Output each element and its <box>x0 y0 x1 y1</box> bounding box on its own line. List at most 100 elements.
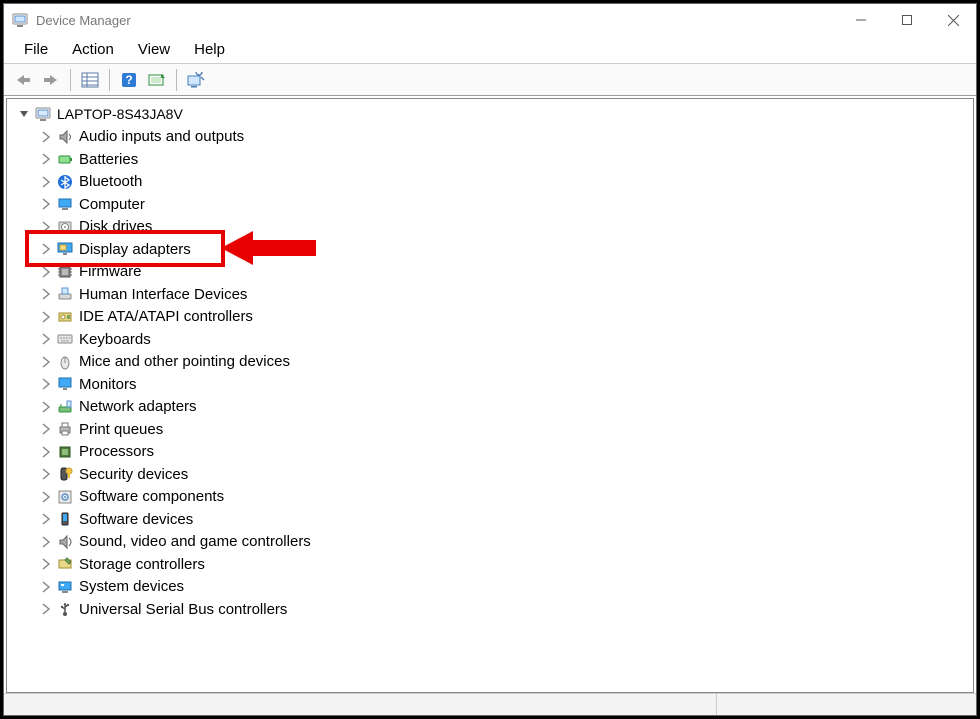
forward-button[interactable] <box>38 67 64 93</box>
chevron-right-icon[interactable] <box>39 310 53 324</box>
tree-item-label: Network adapters <box>79 398 197 415</box>
device-manager-window: Device Manager File Action View Help <box>3 3 977 716</box>
show-hidden-button[interactable] <box>183 67 209 93</box>
chevron-right-icon[interactable] <box>39 175 53 189</box>
chevron-right-icon[interactable] <box>39 355 53 369</box>
printer-icon <box>55 420 75 438</box>
chevron-right-icon[interactable] <box>39 220 53 234</box>
disk-icon <box>55 218 75 236</box>
tree-item-storage-controllers[interactable]: Storage controllers <box>7 553 973 576</box>
menubar: File Action View Help <box>4 36 976 64</box>
tree-item-label: Firmware <box>79 263 142 280</box>
tree-item-disk-drives[interactable]: Disk drives <box>7 216 973 239</box>
tree-item-ide-ata-atapi-controllers[interactable]: IDE ATA/ATAPI controllers <box>7 306 973 329</box>
swcomp-icon <box>55 488 75 506</box>
tree-item-label: Sound, video and game controllers <box>79 533 311 550</box>
close-button[interactable] <box>930 4 976 36</box>
chevron-right-icon[interactable] <box>39 287 53 301</box>
device-tree-pane[interactable]: LAPTOP-8S43JA8V Audio inputs and outputs B… <box>6 98 974 693</box>
tree-root-node[interactable]: LAPTOP-8S43JA8V <box>7 103 973 126</box>
tree-item-software-components[interactable]: Software components <box>7 486 973 509</box>
tree-item-software-devices[interactable]: Software devices <box>7 508 973 531</box>
chevron-right-icon[interactable] <box>39 580 53 594</box>
tree-item-label: Processors <box>79 443 154 460</box>
chevron-right-icon[interactable] <box>39 242 53 256</box>
computer-icon <box>55 195 75 213</box>
scan-hardware-button[interactable] <box>144 67 170 93</box>
minimize-button[interactable] <box>838 4 884 36</box>
annotation-arrow-icon <box>221 228 321 268</box>
chevron-right-icon[interactable] <box>39 130 53 144</box>
menu-action[interactable]: Action <box>62 38 124 61</box>
chevron-right-icon[interactable] <box>39 422 53 436</box>
chevron-right-icon[interactable] <box>39 602 53 616</box>
window-title: Device Manager <box>36 13 131 28</box>
keyboard-icon <box>55 330 75 348</box>
tree-item-audio-inputs-and-outputs[interactable]: Audio inputs and outputs <box>7 126 973 149</box>
sound-icon <box>55 533 75 551</box>
tree-item-label: Human Interface Devices <box>79 286 247 303</box>
computer-icon <box>33 105 53 123</box>
security-icon <box>55 465 75 483</box>
back-button[interactable] <box>10 67 36 93</box>
tree-item-label: Batteries <box>79 151 138 168</box>
tree-root-label: LAPTOP-8S43JA8V <box>57 106 183 122</box>
chevron-right-icon[interactable] <box>39 445 53 459</box>
menu-help[interactable]: Help <box>184 38 235 61</box>
tree-item-firmware[interactable]: Firmware <box>7 261 973 284</box>
svg-text:?: ? <box>125 73 132 87</box>
chevron-right-icon[interactable] <box>39 265 53 279</box>
audio-icon <box>55 128 75 146</box>
tree-item-human-interface-devices[interactable]: Human Interface Devices <box>7 283 973 306</box>
tree-item-label: Bluetooth <box>79 173 142 190</box>
chevron-right-icon[interactable] <box>39 535 53 549</box>
tree-item-computer[interactable]: Computer <box>7 193 973 216</box>
tree-item-label: System devices <box>79 578 184 595</box>
tree-item-display-adapters[interactable]: Display adapters <box>7 238 973 261</box>
tree-item-keyboards[interactable]: Keyboards <box>7 328 973 351</box>
menu-file[interactable]: File <box>14 38 58 61</box>
tree-item-system-devices[interactable]: System devices <box>7 576 973 599</box>
usb-icon <box>55 600 75 618</box>
tree-item-label: Disk drives <box>79 218 152 235</box>
window-controls <box>838 4 976 36</box>
statusbar <box>4 693 976 715</box>
hid-icon <box>55 285 75 303</box>
chevron-right-icon[interactable] <box>39 490 53 504</box>
chevron-right-icon[interactable] <box>39 332 53 346</box>
tree-item-sound-video-and-game-controllers[interactable]: Sound, video and game controllers <box>7 531 973 554</box>
display-icon <box>55 240 75 258</box>
maximize-button[interactable] <box>884 4 930 36</box>
properties-button[interactable] <box>77 67 103 93</box>
tree-item-processors[interactable]: Processors <box>7 441 973 464</box>
chevron-right-icon[interactable] <box>39 557 53 571</box>
tree-item-security-devices[interactable]: Security devices <box>7 463 973 486</box>
chip-icon <box>55 263 75 281</box>
tree-item-batteries[interactable]: Batteries <box>7 148 973 171</box>
chevron-right-icon[interactable] <box>39 377 53 391</box>
tree-item-label: Universal Serial Bus controllers <box>79 601 287 618</box>
tree-item-label: Software components <box>79 488 224 505</box>
tree-item-label: Print queues <box>79 421 163 438</box>
toolbar-separator <box>176 69 177 91</box>
tree-item-network-adapters[interactable]: Network adapters <box>7 396 973 419</box>
help-button[interactable]: ? <box>116 67 142 93</box>
chevron-down-icon[interactable] <box>17 107 31 121</box>
tree-item-monitors[interactable]: Monitors <box>7 373 973 396</box>
storage-icon <box>55 555 75 573</box>
tree-item-label: Monitors <box>79 376 137 393</box>
tree-item-mice-and-other-pointing-devices[interactable]: Mice and other pointing devices <box>7 351 973 374</box>
tree-item-label: Display adapters <box>79 241 191 258</box>
tree-item-bluetooth[interactable]: Bluetooth <box>7 171 973 194</box>
chevron-right-icon[interactable] <box>39 400 53 414</box>
tree-item-print-queues[interactable]: Print queues <box>7 418 973 441</box>
swdev-icon <box>55 510 75 528</box>
chevron-right-icon[interactable] <box>39 467 53 481</box>
menu-view[interactable]: View <box>128 38 180 61</box>
tree-item-universal-serial-bus-controllers[interactable]: Universal Serial Bus controllers <box>7 598 973 621</box>
chevron-right-icon[interactable] <box>39 197 53 211</box>
bluetooth-icon <box>55 173 75 191</box>
chevron-right-icon[interactable] <box>39 152 53 166</box>
chevron-right-icon[interactable] <box>39 512 53 526</box>
tree-item-label: Keyboards <box>79 331 151 348</box>
